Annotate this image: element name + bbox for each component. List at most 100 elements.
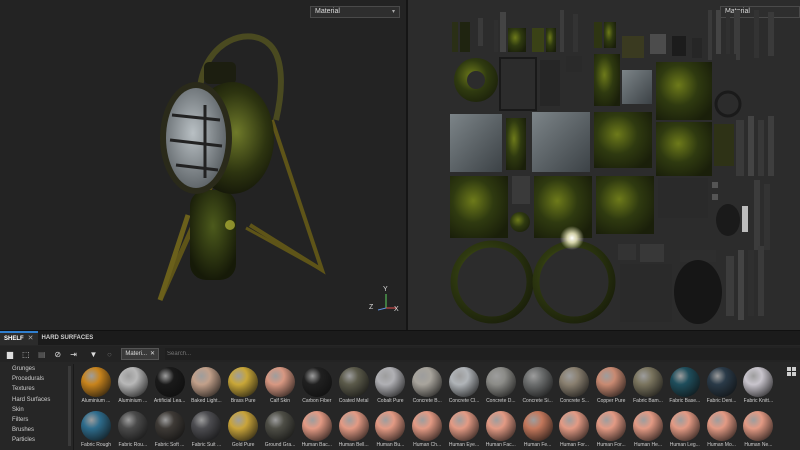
material-label: Brass Pure [230,398,256,404]
material-thumbnail[interactable]: Calf Skin [262,365,298,407]
material-label: Concrete B... [412,398,442,404]
uv-texture-map [450,10,774,324]
material-thumbnail[interactable]: Artificial Lea... [152,365,188,407]
material-thumbnail[interactable]: Fabric Base... [667,365,703,407]
material-thumbnail[interactable]: Aluminium ... [78,365,114,407]
material-label: Human Mo... [707,442,736,448]
material-thumbnail[interactable]: Human For... [593,409,629,450]
shelf-toolbar: ▆ ⬚ ▤ ⊘ ⇥ ▼ ○ Materi... ✕ [0,346,800,362]
circle-icon[interactable]: ○ [103,348,115,360]
category-item[interactable]: Procedurals [0,374,73,384]
category-list: Grunges Procedurals Textures Hard Surfac… [0,364,74,450]
material-thumbnail[interactable]: Human Fac... [483,409,519,450]
material-thumbnail[interactable]: Concrete Cl... [446,365,482,407]
material-sphere-icon [706,411,737,441]
filter-chip[interactable]: Materi... ✕ [121,348,160,360]
material-thumbnail[interactable]: Ground Gra... [262,409,298,450]
material-thumbnail[interactable]: Human He... [630,409,666,450]
category-item[interactable]: Particles [0,435,73,445]
material-sphere-icon [633,411,663,441]
material-label: Concrete Si... [522,398,553,404]
filter-icon[interactable]: ▼ [88,348,100,360]
material-label: Fabric Rough [80,442,111,448]
material-thumbnail[interactable]: Fabric Deni... [704,365,740,407]
export-icon[interactable]: ⇥ [68,348,80,360]
material-label: Carbon Fiber [302,398,332,404]
search-input[interactable] [165,348,800,360]
material-thumbnail[interactable]: Human Bac... [299,409,335,450]
material-thumbnail[interactable]: Human Eye... [446,409,482,450]
material-thumbnail[interactable]: Aluminium ... [115,365,151,407]
material-thumbnail[interactable]: Concrete S... [556,365,592,407]
category-scrollbar[interactable] [68,366,71,446]
hide-icon[interactable]: ⊘ [52,348,64,360]
material-thumbnail[interactable]: Concrete B... [409,365,445,407]
import-icon[interactable]: ▤ [36,348,48,360]
material-sphere-icon [301,411,332,441]
material-thumbnail[interactable]: Brass Pure [225,365,261,407]
material-thumbnail[interactable]: Human Bu... [372,409,408,450]
material-thumbnail[interactable]: Fabric Knitt... [740,365,776,407]
material-thumbnail[interactable]: Copper Pure [593,365,629,407]
material-thumbnail[interactable]: Gold Pure [225,409,261,450]
material-thumbnail[interactable]: Human Fe... [520,409,556,450]
category-item[interactable]: Hard Surfaces [0,395,73,405]
category-item[interactable]: Grunges [0,364,73,374]
material-thumbnail[interactable]: Fabric Suit ... [188,409,224,450]
material-sphere-icon [338,367,369,397]
material-sphere-icon [228,411,259,441]
material-label: Human Ch... [413,442,442,448]
close-icon[interactable]: ✕ [28,333,34,345]
material-thumbnail[interactable]: Cobalt Pure [372,365,408,407]
material-thumbnail[interactable]: Concrete Si... [520,365,556,407]
material-sphere-icon [265,411,295,441]
material-sphere-icon [301,367,332,397]
tab-shelf[interactable]: SHELF ✕ [0,331,38,345]
material-thumbnail[interactable]: Carbon Fiber [299,365,335,407]
category-item[interactable]: Filters [0,415,73,425]
material-sphere-icon [559,411,590,441]
material-thumbnail[interactable]: Coated Metal [336,365,372,407]
tab-hard-surfaces[interactable]: HARD SURFACES [38,331,98,345]
material-label: Human Bell... [338,442,369,448]
category-item[interactable]: Textures [0,384,73,394]
material-thumbnail[interactable]: Human Mo... [704,409,740,450]
material-sphere-icon [265,367,295,397]
material-label: Human Leg... [669,442,700,448]
material-label: Baked Light... [191,398,222,404]
material-label: Human He... [633,442,663,448]
material-label: Fabric Soft ... [154,442,185,448]
material-thumbnail[interactable]: Fabric Rough [78,409,114,450]
grid-view-icon[interactable] [787,367,796,376]
material-label: Gold Pure [231,442,255,448]
material-thumbnail[interactable]: Fabric Bam... [630,365,666,407]
material-thumbnail[interactable]: Baked Light... [188,365,224,407]
new-resource-icon[interactable]: ⬚ [20,348,32,360]
material-sphere-icon [412,367,443,397]
material-label: Artificial Lea... [153,398,186,404]
material-thumbnail[interactable]: Human For... [556,409,592,450]
material-sphere-icon [375,411,406,441]
viewport-2d[interactable]: Material [408,0,800,330]
material-thumbnail[interactable]: Human Leg... [667,409,703,450]
material-label: Concrete S... [559,398,589,404]
category-item[interactable]: Skin [0,405,73,415]
close-icon[interactable]: ✕ [150,349,155,359]
material-label: Human For... [559,442,589,448]
folder-icon[interactable]: ▆ [4,348,16,360]
viewport-3d[interactable]: Material ▾ Y Z X [0,0,406,330]
material-sphere-icon [669,411,700,441]
material-thumbnail[interactable]: Human Ch... [409,409,445,450]
material-thumbnail[interactable]: Fabric Rou... [115,409,151,450]
material-sphere-icon [596,367,627,397]
material-sphere-icon [338,411,369,441]
category-item[interactable]: Brushes [0,425,73,435]
material-sphere-icon [375,367,406,397]
material-thumbnail[interactable]: Concrete D... [483,365,519,407]
material-thumbnail[interactable]: Human Bell... [336,409,372,450]
material-label: Human Ne... [744,442,773,448]
material-thumbnail[interactable]: Fabric Soft ... [152,409,188,450]
material-sphere-icon [743,411,774,441]
material-thumbnail[interactable]: Human Ne... [740,409,776,450]
shelf-tab-bar: SHELF ✕ HARD SURFACES [0,331,800,345]
